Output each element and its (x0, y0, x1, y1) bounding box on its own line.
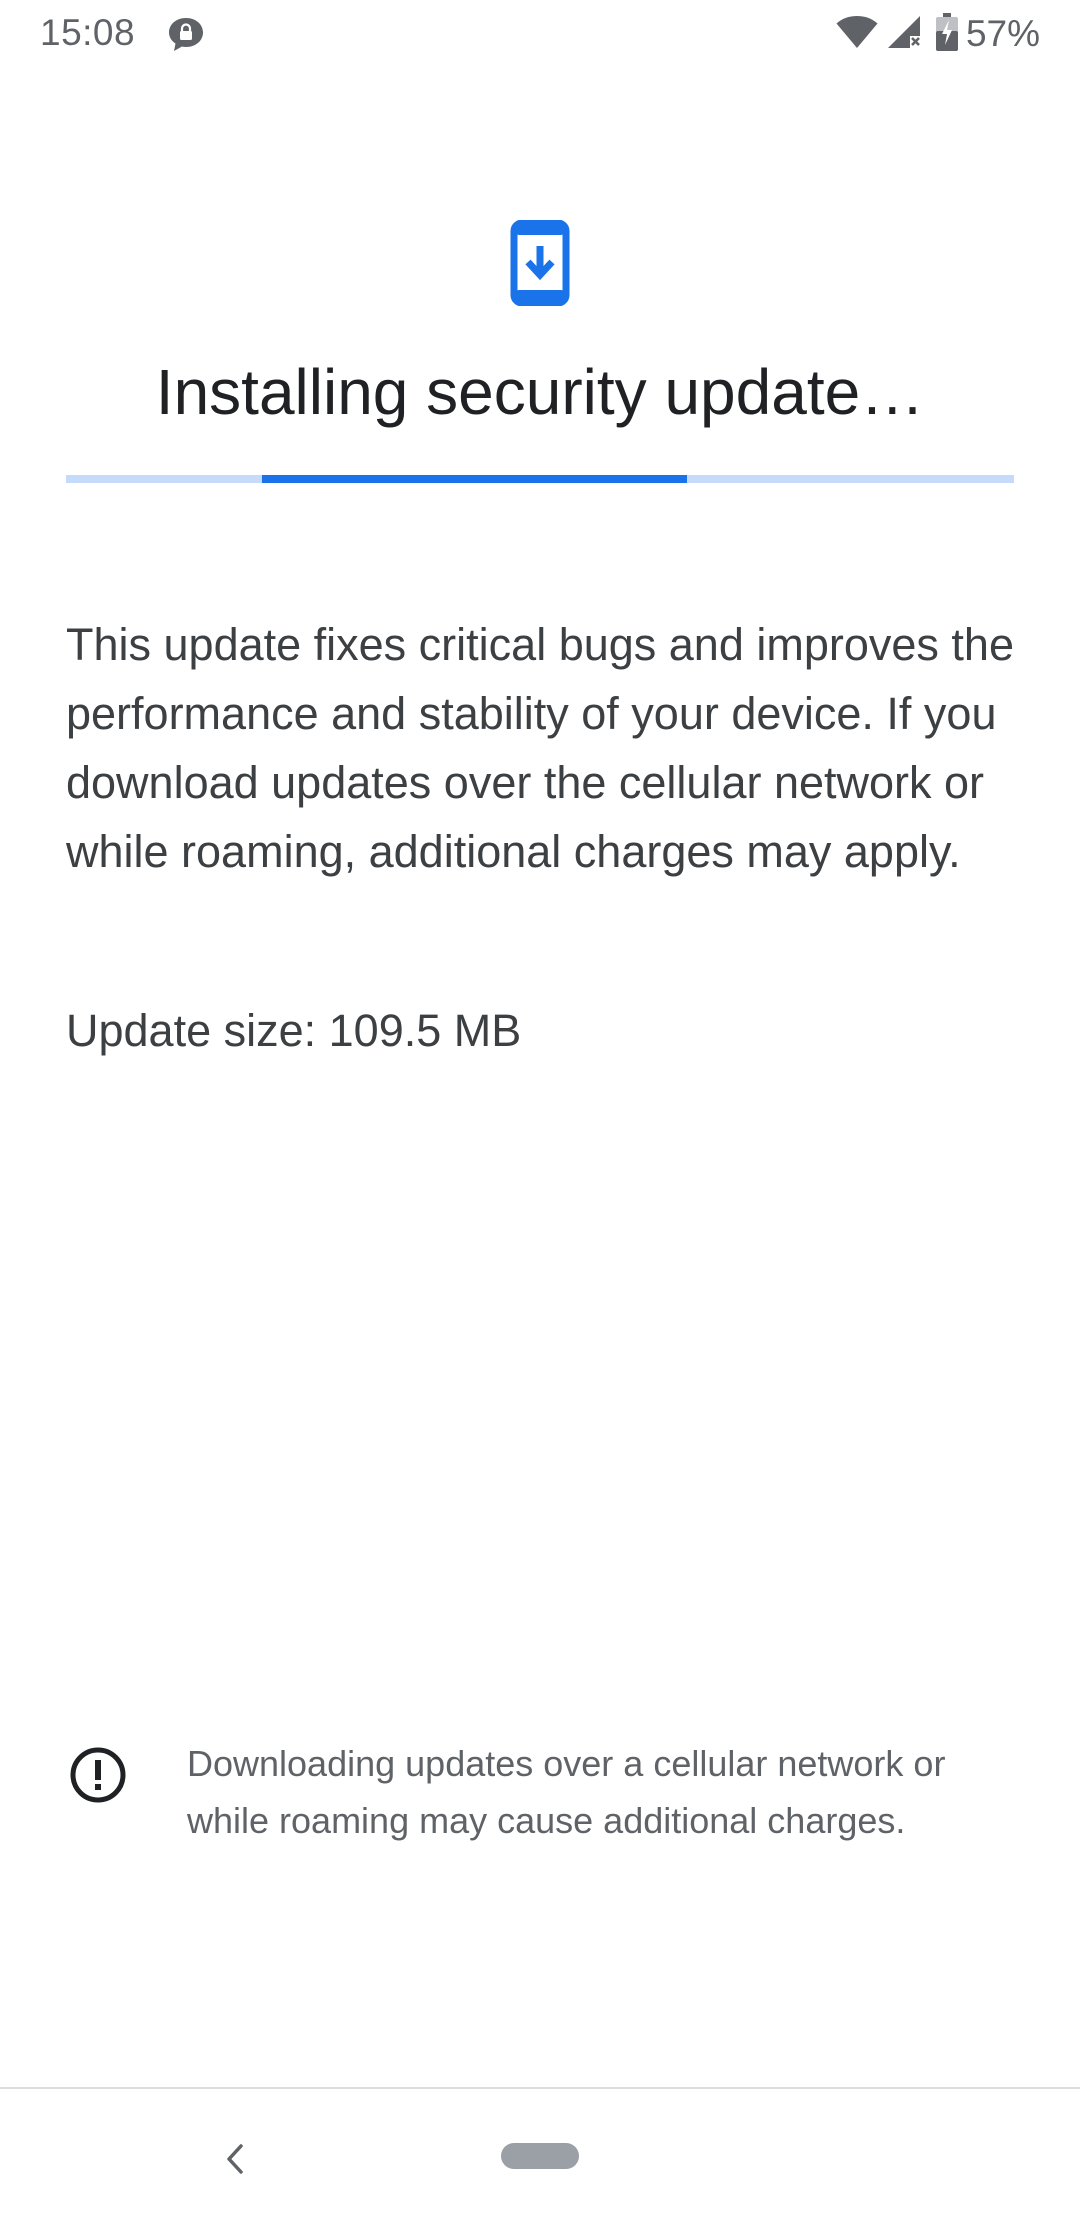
battery-percentage: 57% (965, 13, 1040, 54)
status-bar: 15:08 57% (0, 0, 1080, 68)
battery-charging-icon (935, 12, 958, 56)
alert-circle-icon (68, 1745, 128, 1805)
home-pill-icon[interactable] (501, 2143, 579, 2169)
cellular-no-signal-icon (886, 14, 922, 55)
status-time: 15:08 (40, 12, 136, 53)
status-icons: 57% (836, 12, 1040, 56)
back-chevron-icon[interactable] (205, 2129, 265, 2189)
navigation-bar (0, 2089, 1080, 2220)
phone-download-icon (510, 219, 570, 307)
update-size: Update size: 109.5 MB (66, 1005, 522, 1056)
progress-indicator (262, 475, 687, 483)
progress-bar (66, 475, 1014, 483)
update-description: This update fixes critical bugs and impr… (66, 619, 1014, 877)
page-title: Installing security update… (155, 356, 925, 428)
warning-text: Downloading updates over a cellular netw… (187, 1743, 946, 1841)
wifi-icon (836, 15, 878, 54)
vpn-key-bubble-icon (166, 15, 206, 55)
